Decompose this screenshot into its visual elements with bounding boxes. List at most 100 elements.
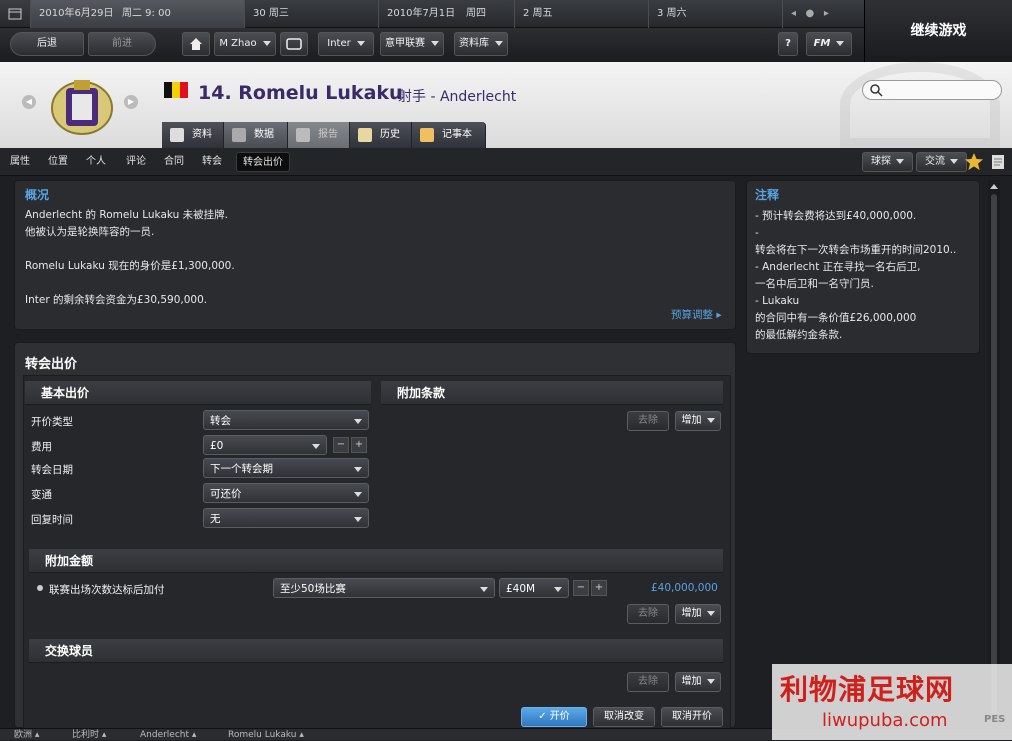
tab-label: 资料 bbox=[192, 129, 212, 140]
clauses-remove-button[interactable]: 去除 bbox=[627, 411, 669, 431]
search-icon bbox=[870, 84, 883, 97]
subnav-personal[interactable]: 个人 bbox=[80, 152, 112, 172]
next-arrow-icon[interactable]: ▶ bbox=[124, 95, 138, 109]
exchange-add-button[interactable]: 增加 bbox=[675, 672, 721, 692]
amount-decrease-button[interactable]: − bbox=[573, 580, 589, 596]
clauses-add-button[interactable]: 增加 bbox=[675, 411, 721, 431]
offer-type-value: 转会 bbox=[210, 415, 231, 427]
back-button[interactable]: 后退 bbox=[10, 32, 84, 56]
fee-increase-button[interactable]: + bbox=[351, 437, 367, 453]
date-cell[interactable]: 3 周六 bbox=[648, 0, 782, 28]
reply-time-dropdown[interactable]: 无 bbox=[203, 508, 369, 528]
date-cell[interactable]: 2 周五 bbox=[514, 0, 648, 28]
forward-button[interactable]: 前进 bbox=[88, 32, 156, 56]
fee-decrease-button[interactable]: − bbox=[333, 437, 349, 453]
extra-remove-button[interactable]: 去除 bbox=[627, 604, 669, 624]
continue-button[interactable]: 继续游戏 bbox=[864, 0, 1012, 62]
submit-offer-button[interactable]: ✓ 开价 bbox=[521, 707, 587, 727]
overview-line: Romelu Lukaku 现在的身价是£1,300,000. bbox=[25, 260, 235, 272]
tab-stats[interactable]: 数据 bbox=[224, 122, 288, 148]
breadcrumb-item[interactable]: Romelu Lukaku ▴ bbox=[228, 729, 304, 741]
notes-line: 的合同中有一条价值£26,000,000 bbox=[755, 312, 917, 324]
overview-line: Inter 的剩余转会资金为£30,590,000. bbox=[25, 294, 208, 306]
transfer-date-dropdown[interactable]: 下一个转会期 bbox=[203, 458, 369, 478]
transfer-date-value: 下一个转会期 bbox=[210, 463, 273, 475]
scrollbar[interactable] bbox=[988, 180, 1000, 728]
home-icon[interactable] bbox=[182, 32, 210, 56]
scroll-up-icon[interactable] bbox=[990, 184, 998, 189]
fm-label: FM bbox=[813, 38, 831, 49]
fee-dropdown[interactable]: £0 bbox=[203, 435, 327, 455]
help-button[interactable]: ? bbox=[778, 32, 798, 56]
league-dropdown[interactable]: 意甲联赛 bbox=[380, 32, 444, 56]
subnav-transfer[interactable]: 转会 bbox=[196, 152, 228, 172]
tab-notebook[interactable]: 记事本 bbox=[412, 122, 486, 148]
amount-dropdown[interactable]: £40M bbox=[499, 578, 569, 598]
overview-title: 概况 bbox=[25, 188, 50, 202]
calendar-icon[interactable] bbox=[0, 0, 30, 28]
extra-payment-label: 联赛出场次数达标后加付 bbox=[49, 584, 165, 596]
club-crest bbox=[51, 80, 113, 135]
condition-value: 至少50场比赛 bbox=[280, 583, 346, 595]
condition-dropdown[interactable]: 至少50场比赛 bbox=[273, 578, 495, 598]
database-dropdown[interactable]: 资料库 bbox=[454, 32, 508, 56]
amount-increase-button[interactable]: + bbox=[591, 580, 607, 596]
prev-arrow-icon[interactable]: ◀ bbox=[22, 95, 36, 109]
search-input[interactable] bbox=[862, 80, 1002, 100]
time-today[interactable]: 周二 9: 00 bbox=[114, 0, 244, 28]
subnav-comments[interactable]: 评论 bbox=[120, 152, 152, 172]
date-cell[interactable]: 周四 bbox=[458, 0, 514, 28]
offer-type-label: 开价类型 bbox=[31, 416, 73, 428]
exchange-remove-button[interactable]: 去除 bbox=[627, 672, 669, 692]
watermark-title: 利物浦足球网 bbox=[780, 673, 955, 706]
club-dropdown[interactable]: Inter bbox=[318, 32, 374, 56]
date-cell[interactable]: 2010年7月1日 bbox=[378, 0, 458, 28]
tab-label: 报告 bbox=[318, 129, 338, 140]
extra-payment-total: £40,000,000 bbox=[651, 582, 718, 594]
breadcrumb-item[interactable]: 欧洲 ▴ bbox=[14, 729, 39, 741]
flexibility-dropdown[interactable]: 可还价 bbox=[203, 483, 369, 503]
scout-dropdown[interactable]: 球探 bbox=[862, 152, 913, 172]
tab-profile[interactable]: 资料 bbox=[162, 122, 224, 148]
offer-type-dropdown[interactable]: 转会 bbox=[203, 410, 369, 430]
cancel-changes-button[interactable]: 取消改变 bbox=[593, 707, 655, 727]
scout-label: 球探 bbox=[871, 156, 891, 167]
notes-line: 转会将在下一次转会市场重开的时间2010.. bbox=[755, 244, 957, 256]
scrollbar-thumb[interactable] bbox=[991, 194, 997, 714]
breadcrumb-label: Anderlecht bbox=[140, 730, 190, 740]
amount-value: £40M bbox=[506, 583, 536, 595]
breadcrumb-label: Romelu Lukaku bbox=[228, 730, 297, 740]
subnav-transfer-offer[interactable]: 转会出价 bbox=[236, 152, 290, 172]
notes-line: - Anderlecht 正在寻找一名右后卫, bbox=[755, 261, 921, 273]
notes-icon[interactable] bbox=[990, 154, 1006, 170]
flexibility-value: 可还价 bbox=[210, 488, 242, 500]
subnav-attributes[interactable]: 属性 bbox=[4, 152, 36, 172]
notes-line: - Lukaku bbox=[755, 295, 800, 307]
tab-report[interactable]: 报告 bbox=[288, 122, 350, 148]
fee-value: £0 bbox=[210, 440, 224, 452]
manager-dropdown[interactable]: M Zhao bbox=[214, 32, 276, 56]
club-crest-watermark bbox=[840, 62, 1000, 148]
subnav-positions[interactable]: 位置 bbox=[42, 152, 74, 172]
date-today[interactable]: 2010年6月29日 bbox=[30, 0, 114, 28]
cancel-offer-button[interactable]: 取消开价 bbox=[661, 707, 723, 727]
breadcrumb-item[interactable]: 比利时 ▴ bbox=[72, 729, 106, 741]
budget-adjust-link[interactable]: 预算调整 ▸ bbox=[671, 307, 722, 322]
breadcrumb-label: 比利时 bbox=[72, 730, 100, 740]
main-toolbar: 后退 前进 M Zhao Inter 意甲联赛 资料库 ? FM bbox=[0, 28, 864, 62]
add-label: 增加 bbox=[681, 608, 702, 619]
flexibility-label: 变通 bbox=[31, 489, 52, 501]
inbox-icon[interactable] bbox=[280, 32, 308, 56]
subnav-contract[interactable]: 合同 bbox=[158, 152, 190, 172]
fm-menu[interactable]: FM bbox=[806, 32, 852, 56]
interact-dropdown[interactable]: 交流 bbox=[916, 152, 967, 172]
add-label: 增加 bbox=[681, 415, 702, 426]
extra-add-button[interactable]: 增加 bbox=[675, 604, 721, 624]
fee-label: 费用 bbox=[31, 441, 52, 453]
club-link[interactable]: - Anderlecht bbox=[430, 89, 516, 105]
tab-history[interactable]: 历史 bbox=[350, 122, 412, 148]
date-cell[interactable]: 30 周三 bbox=[244, 0, 378, 28]
date-nav-controls[interactable]: ◂ ● ▸ bbox=[782, 0, 864, 28]
breadcrumb-item[interactable]: Anderlecht ▴ bbox=[140, 729, 196, 741]
star-icon[interactable] bbox=[964, 152, 984, 172]
